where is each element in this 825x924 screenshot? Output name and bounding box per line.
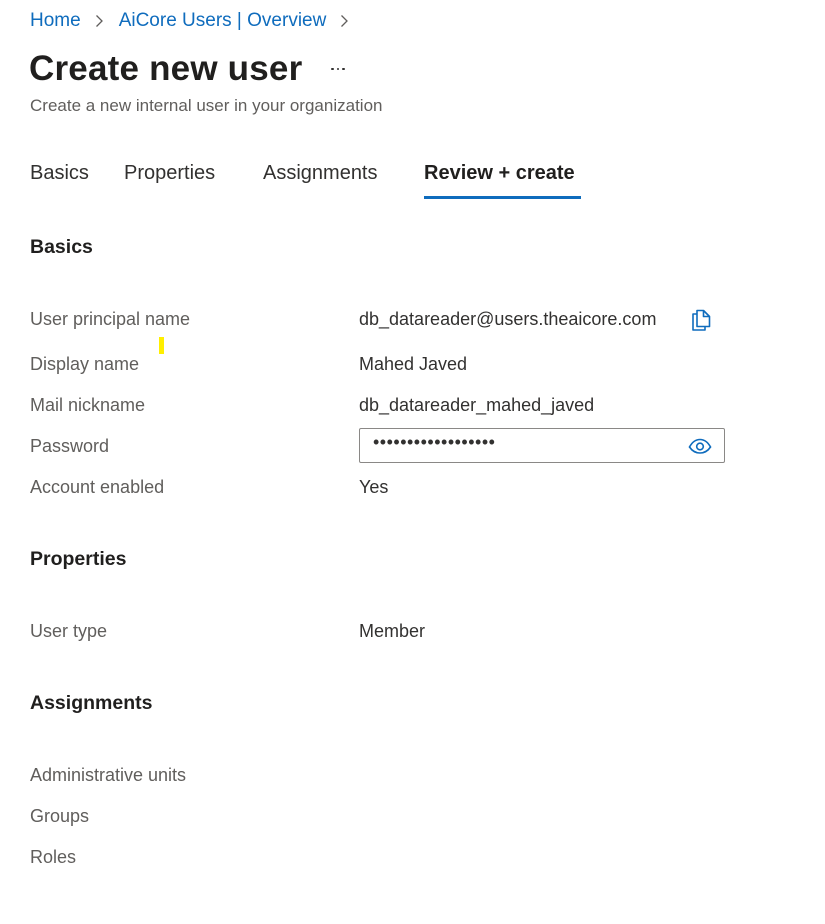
chevron-right-icon (337, 14, 351, 28)
field-value-user-principal-name: db_datareader@users.theaicore.com (359, 309, 657, 329)
ellipsis-dot-icon (331, 67, 334, 71)
breadcrumb-home-link[interactable]: Home (30, 10, 81, 32)
eye-icon[interactable] (688, 437, 712, 455)
active-tab-indicator (424, 196, 581, 199)
more-options-button[interactable] (326, 61, 350, 77)
tab-assignments[interactable]: Assignments (263, 162, 378, 185)
ellipsis-dot-icon (336, 67, 340, 71)
breadcrumb-overview-link[interactable]: AiCore Users | Overview (119, 10, 327, 32)
field-label-administrative-units: Administrative units (30, 765, 187, 785)
field-label-display-name: Display name (30, 354, 140, 374)
field-label-user-principal-name: User principal name (30, 309, 191, 329)
ellipsis-dot-icon (342, 67, 345, 71)
field-value-display-name: Mahed Javed (359, 354, 468, 374)
password-field[interactable]: •••••••••••••••••• (359, 428, 725, 463)
field-label-mail-nickname: Mail nickname (30, 395, 146, 415)
chevron-right-icon (92, 14, 106, 28)
section-heading-assignments: Assignments (30, 692, 153, 714)
highlight-mark (159, 337, 164, 354)
section-heading-properties: Properties (30, 548, 127, 570)
field-label-account-enabled: Account enabled (30, 477, 165, 497)
field-label-groups: Groups (30, 806, 90, 826)
field-value-account-enabled: Yes (359, 477, 389, 497)
password-value: •••••••••••••••••• (373, 432, 496, 452)
section-heading-basics: Basics (30, 236, 93, 258)
page-subtitle: Create a new internal user in your organ… (30, 96, 383, 115)
page-title: Create new user (29, 49, 303, 88)
field-value-user-type: Member (359, 621, 426, 641)
field-value-mail-nickname: db_datareader_mahed_javed (359, 395, 595, 415)
tab-basics[interactable]: Basics (30, 162, 89, 185)
tab-review-create[interactable]: Review + create (424, 162, 575, 185)
breadcrumb: Home AiCore Users | Overview (30, 10, 364, 32)
field-label-roles: Roles (30, 847, 77, 867)
copy-icon[interactable] (688, 307, 714, 333)
field-label-user-type: User type (30, 621, 108, 641)
tab-properties[interactable]: Properties (124, 162, 215, 185)
field-label-password: Password (30, 436, 110, 456)
